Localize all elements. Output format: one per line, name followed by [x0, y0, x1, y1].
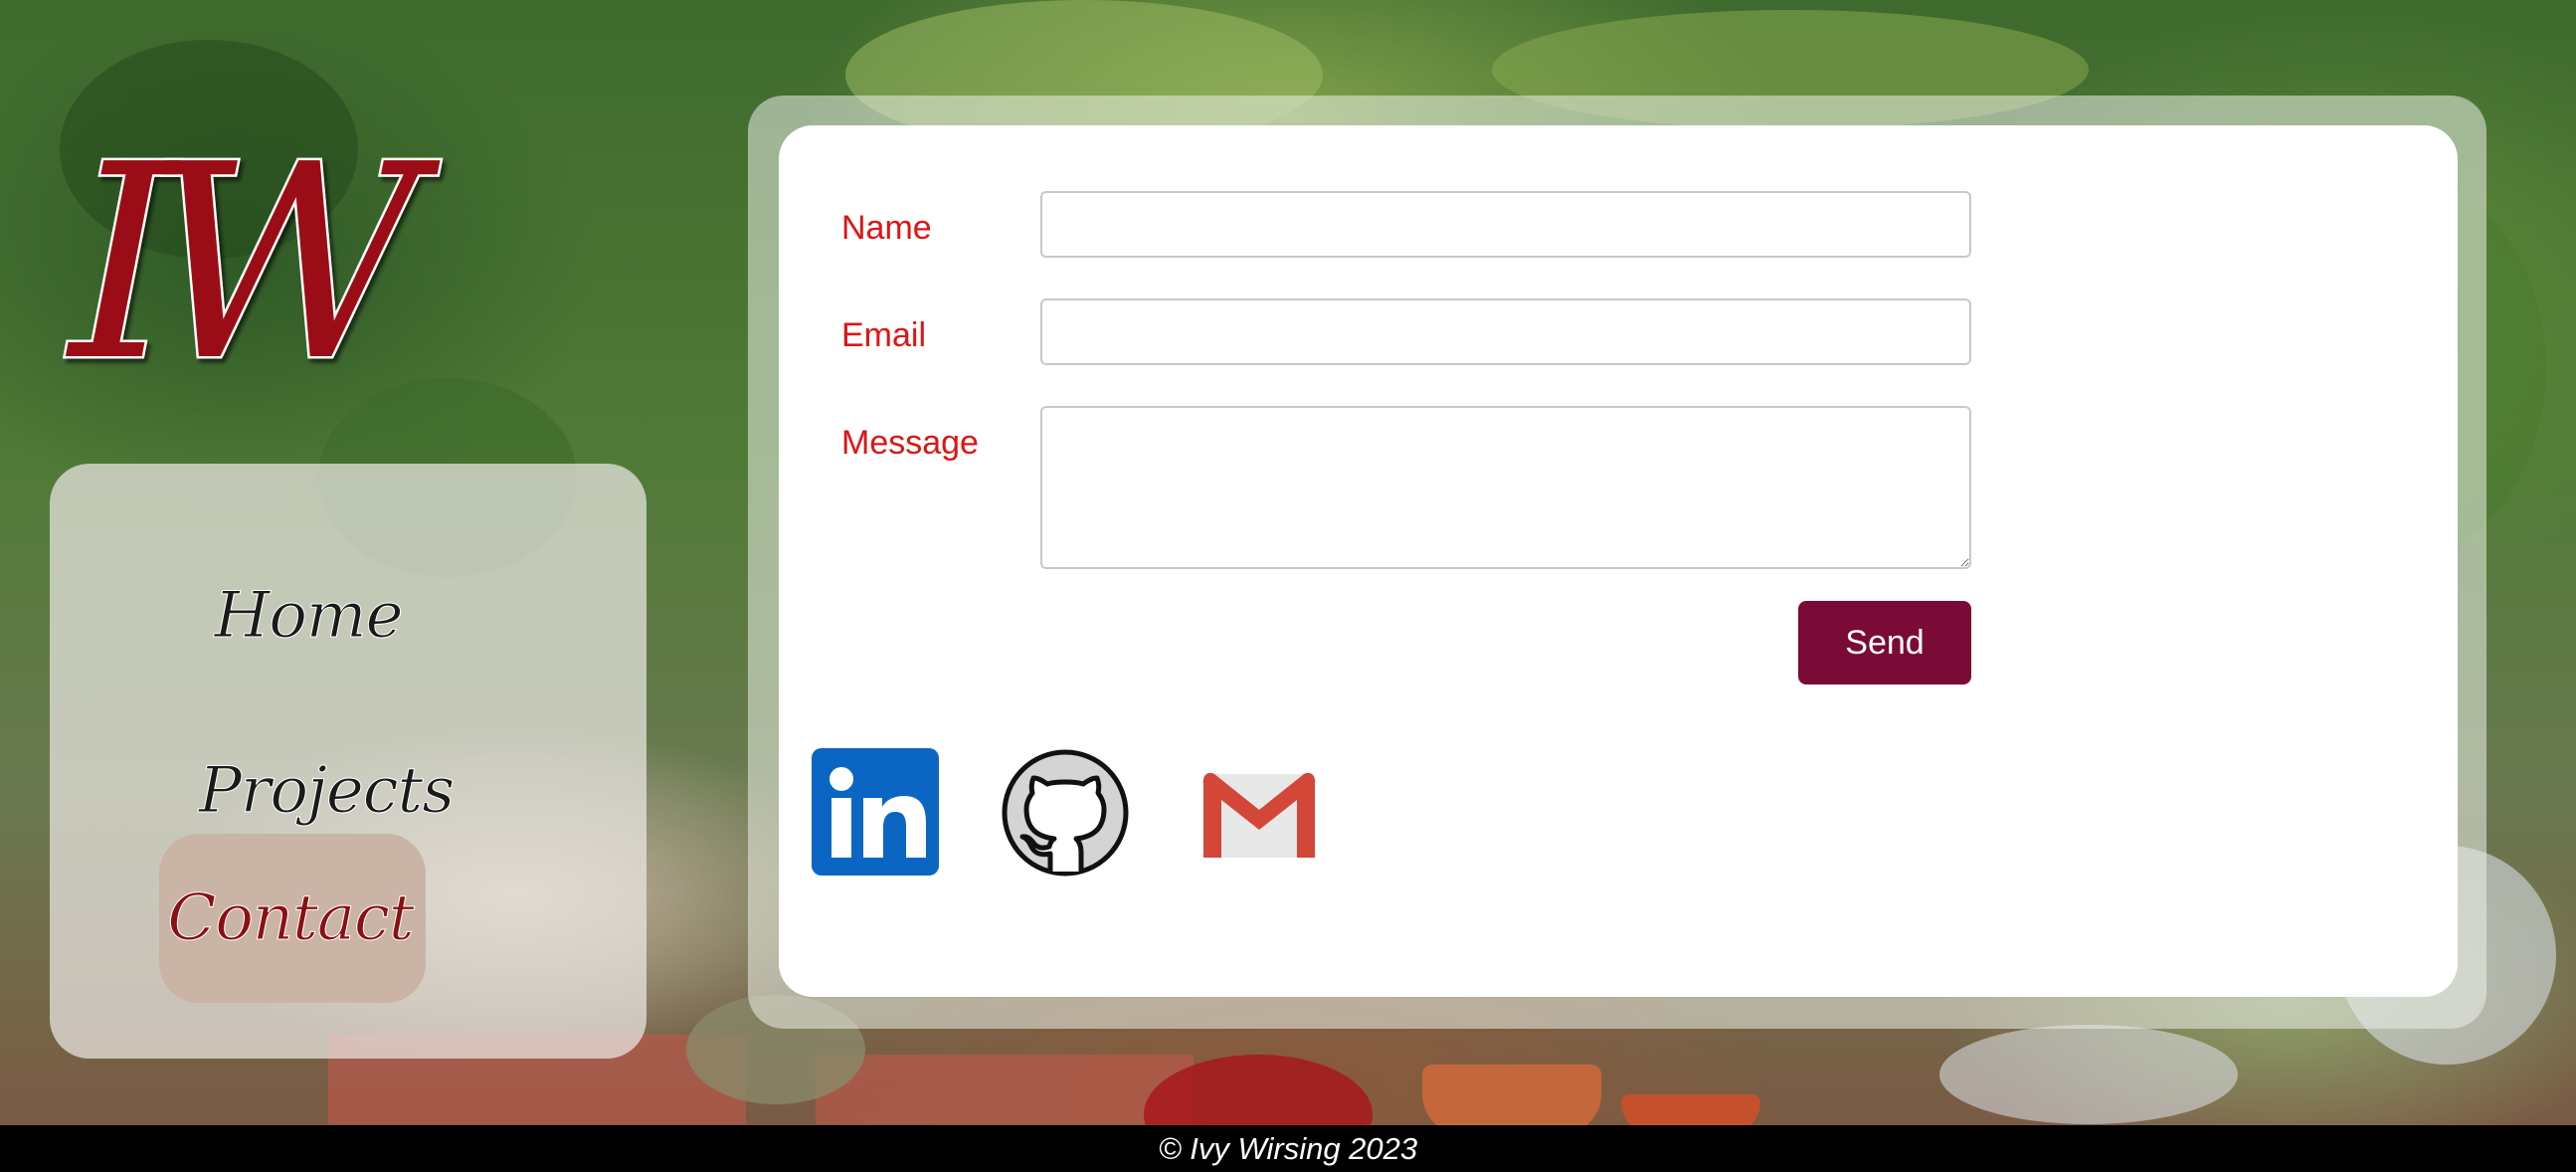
name-label: Name [841, 209, 932, 247]
nav-item-contact-label: Contact [167, 881, 415, 956]
linkedin-icon [812, 748, 939, 876]
name-input[interactable] [1040, 191, 1971, 258]
nav-item-home-label: Home [214, 579, 404, 654]
side-navigation: Home Projects Contact [50, 464, 646, 1059]
github-icon [1002, 749, 1129, 877]
nav-item-projects-label: Projects [198, 754, 455, 829]
gmail-icon [1201, 772, 1317, 858]
send-button[interactable]: Send [1798, 601, 1971, 684]
nav-item-home[interactable]: Home [159, 531, 426, 700]
message-textarea[interactable] [1040, 406, 1971, 569]
email-input[interactable] [1040, 298, 1971, 365]
footer: © Ivy Wirsing 2023 [0, 1125, 2576, 1172]
iw-monogram-logo[interactable]: IW [40, 109, 597, 388]
copyright-text: © Ivy Wirsing 2023 [1158, 1131, 1418, 1166]
message-label: Message [841, 424, 979, 462]
nav-item-contact[interactable]: Contact [159, 834, 426, 1003]
email-label: Email [841, 316, 927, 354]
gmail-link[interactable] [1199, 748, 1327, 876]
linkedin-link[interactable] [812, 748, 939, 876]
github-link[interactable] [1001, 748, 1129, 877]
logo-monogram-text: IW [66, 109, 444, 388]
